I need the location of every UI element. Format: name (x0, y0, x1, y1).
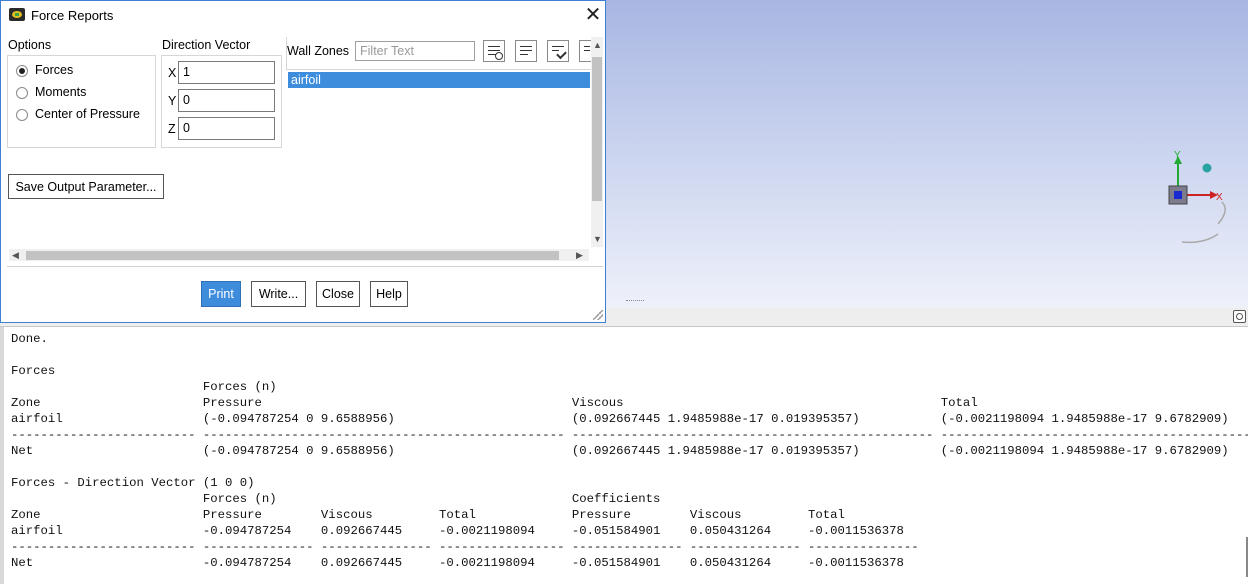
dialog-titlebar[interactable]: Force Reports ✕ (1, 1, 605, 31)
console-line: ------------------------- --------------… (11, 428, 1248, 442)
console-line: Forces (11, 364, 56, 378)
console-line: Forces - Direction Vector (1 0 0) (11, 476, 255, 490)
dialog-title: Force Reports (31, 8, 114, 23)
close-icon[interactable]: ✕ (582, 4, 604, 26)
radio-center-of-pressure[interactable] (16, 109, 28, 121)
match-selection-icon[interactable] (547, 40, 569, 62)
y-label: Y (168, 94, 177, 108)
direction-vector-group: X 1 Y 0 Z 0 (161, 55, 282, 148)
x-label: X (168, 66, 177, 80)
scroll-left-icon[interactable]: ◀ (12, 250, 19, 260)
console-line: Net -0.094787254 0.092667445 -0.00211980… (11, 556, 904, 570)
console-line: airfoil (-0.094787254 0 9.6588956) (0.09… (11, 412, 1229, 426)
console-options-icon[interactable] (1233, 310, 1246, 323)
console-line: Done. (11, 332, 48, 346)
options-group: Forces Moments Center of Pressure (7, 55, 156, 148)
vertical-scroll-thumb[interactable] (592, 57, 602, 201)
console-line: airfoil -0.094787254 0.092667445 -0.0021… (11, 524, 904, 538)
console-line: Zone Pressure Viscous Total Pressure Vis… (11, 508, 845, 522)
horizontal-scroll-thumb[interactable] (26, 251, 559, 260)
scroll-up-icon[interactable]: ▲ (593, 40, 602, 50)
triad-y-label: Y (1174, 150, 1181, 161)
radio-forces[interactable] (16, 65, 28, 77)
y-input[interactable]: 0 (178, 89, 275, 112)
z-input[interactable]: 0 (178, 117, 275, 140)
wall-zones-list[interactable]: airfoil (286, 69, 591, 251)
select-all-icon[interactable] (483, 40, 505, 62)
app-icon (9, 8, 25, 21)
horizontal-scrollbar[interactable]: ◀ ▶ (9, 249, 589, 261)
filter-text-input[interactable]: Filter Text (355, 41, 475, 61)
resize-grip[interactable] (593, 310, 603, 320)
console-line: Net (-0.094787254 0 9.6588956) (0.092667… (11, 444, 1229, 458)
save-output-parameter-button[interactable]: Save Output Parameter... (8, 174, 164, 199)
options-label: Options (8, 38, 52, 52)
console-line: Zone Pressure Viscous Total (11, 396, 978, 410)
console-output: Done. Forces Forces (n) Zone Pressure Vis… (4, 327, 1248, 571)
scroll-right-icon[interactable]: ▶ (576, 250, 583, 260)
scroll-down-icon[interactable]: ▼ (593, 234, 602, 244)
console-line: ------------------------- --------------… (11, 540, 919, 554)
close-button[interactable]: Close (316, 281, 360, 307)
console-panel[interactable]: Done. Forces Forces (n) Zone Pressure Vis… (0, 327, 1248, 584)
wall-zones-vertical-scrollbar[interactable]: ▲ ▼ (591, 37, 603, 247)
button-row-divider (7, 266, 603, 267)
deselect-all-icon[interactable] (515, 40, 537, 62)
console-line: Forces (n) Coefficients (11, 492, 661, 506)
console-line: Forces (n) (11, 380, 277, 394)
zone-options-icon[interactable] (579, 40, 591, 62)
force-reports-dialog: Force Reports ✕ Options Forces Moments C… (0, 0, 606, 323)
wall-zone-item-airfoil[interactable]: airfoil (288, 72, 590, 88)
help-button[interactable]: Help (370, 281, 408, 307)
wall-zones-label: Wall Zones (287, 44, 350, 58)
write-button[interactable]: Write... (251, 281, 306, 307)
radio-center-of-pressure-label[interactable]: Center of Pressure (35, 107, 140, 121)
z-label: Z (168, 122, 176, 136)
radio-forces-label[interactable]: Forces (35, 63, 73, 77)
print-button[interactable]: Print (201, 281, 241, 307)
radio-moments[interactable] (16, 87, 28, 99)
splitter-grip[interactable] (626, 300, 644, 304)
triad-x-label: X (1216, 192, 1223, 203)
x-input[interactable]: 1 (178, 61, 275, 84)
axis-triad: Y X (1168, 150, 1226, 244)
radio-moments-label[interactable]: Moments (35, 85, 86, 99)
direction-vector-label: Direction Vector (162, 38, 251, 52)
